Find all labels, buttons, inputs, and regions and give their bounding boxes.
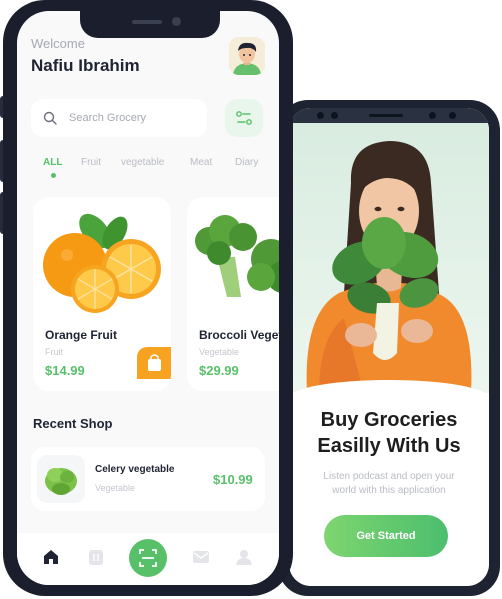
search-input[interactable]: Search Grocery	[69, 112, 146, 124]
onboarding-desc-line2: world with this application	[332, 485, 446, 496]
home-screen: Welcome Nafiu Ibrahim Search Grocery ALL…	[17, 11, 279, 585]
receipt-icon[interactable]	[86, 547, 106, 567]
profile-icon[interactable]	[234, 547, 254, 567]
onboarding-screen: Buy Groceries Easilly With Us Listen pod…	[289, 108, 489, 586]
filter-icon	[236, 111, 252, 125]
home-phone: Welcome Nafiu Ibrahim Search Grocery ALL…	[3, 0, 293, 596]
add-to-bag-button[interactable]	[137, 347, 171, 379]
search-bar[interactable]: Search Grocery	[31, 99, 207, 137]
hero-image	[289, 123, 489, 393]
celery-icon	[45, 468, 77, 495]
scan-button[interactable]	[129, 539, 167, 577]
onboarding-desc-line1: Listen podcast and open your	[323, 471, 455, 482]
product-card[interactable]: Broccoli Vegetable Vegetable $29.99	[187, 197, 279, 391]
notch	[80, 11, 220, 38]
search-icon	[43, 111, 57, 125]
product-price: $29.99	[199, 363, 239, 378]
speaker-grille	[132, 20, 162, 24]
get-started-button[interactable]: Get Started	[324, 515, 448, 557]
user-name: Nafiu Ibrahim	[31, 56, 140, 75]
section-title: Recent Shop	[33, 416, 113, 431]
camera-icon	[429, 112, 436, 119]
bottom-nav	[17, 533, 279, 585]
category-tabs: ALL Fruit vegetable Meat Diary	[17, 157, 279, 177]
product-type: Fruit	[45, 347, 63, 357]
onboarding-title-line2: Easilly With Us	[317, 435, 461, 457]
speaker-grille	[369, 114, 403, 117]
camera-icon	[172, 17, 181, 26]
product-card[interactable]: Orange Fruit Fruit $14.99	[33, 197, 171, 391]
sensor-icon	[331, 112, 338, 119]
home-icon[interactable]	[41, 547, 61, 567]
sensor-icon	[449, 112, 456, 119]
tab-vegetable[interactable]: vegetable	[121, 157, 164, 168]
status-bar	[289, 108, 489, 123]
item-price: $10.99	[213, 472, 253, 487]
item-name: Celery vegetable	[95, 464, 175, 475]
bag-icon	[148, 354, 161, 371]
active-tab-indicator	[51, 173, 56, 178]
avatar-icon	[233, 42, 261, 75]
orange-image	[43, 213, 161, 313]
woman-with-greens-photo	[306, 141, 472, 393]
tab-all[interactable]: ALL	[43, 157, 62, 168]
tab-meat[interactable]: Meat	[190, 157, 212, 168]
camera-icon	[317, 112, 324, 119]
tab-diary[interactable]: Diary	[235, 157, 258, 168]
broccoli-image	[195, 215, 279, 297]
filter-button[interactable]	[225, 99, 263, 137]
product-name: Orange Fruit	[45, 328, 118, 342]
mail-icon[interactable]	[191, 547, 211, 567]
avatar[interactable]	[229, 37, 265, 75]
product-name: Broccoli Vegetable	[199, 328, 279, 342]
product-price: $14.99	[45, 363, 85, 378]
onboarding-phone: Buy Groceries Easilly With Us Listen pod…	[278, 100, 500, 596]
product-type: Vegetable	[199, 347, 240, 357]
item-type: Vegetable	[95, 483, 136, 493]
list-item[interactable]: Celery vegetable Vegetable $10.99	[31, 447, 265, 511]
celery-image	[37, 455, 85, 503]
scan-icon	[139, 549, 157, 567]
onboarding-title-line1: Buy Groceries	[320, 409, 458, 431]
tab-fruit[interactable]: Fruit	[81, 157, 101, 168]
welcome-text: Welcome	[31, 36, 85, 51]
